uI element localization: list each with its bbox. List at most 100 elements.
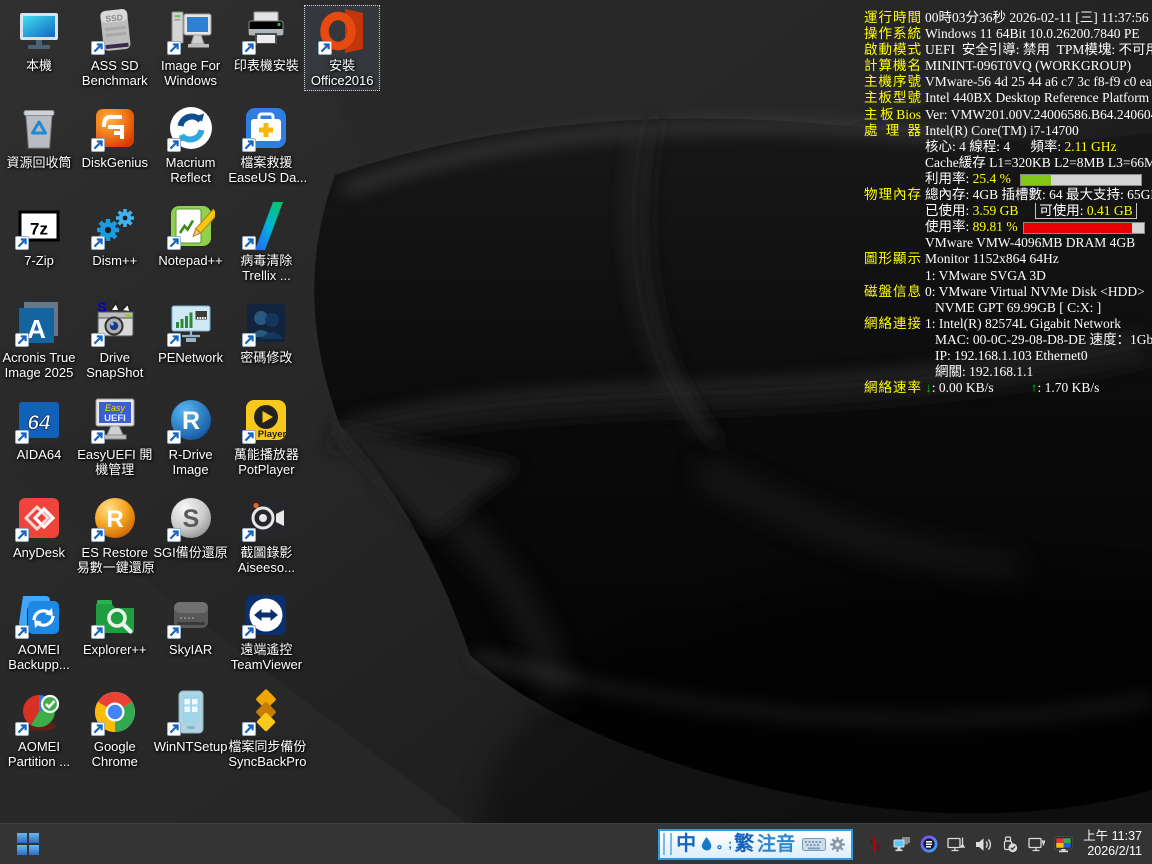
- pe-network-tray-icon[interactable]: [892, 835, 911, 854]
- desktop-icon-label: AnyDesk: [1, 545, 77, 560]
- keyboard-icon[interactable]: [802, 838, 826, 851]
- sysinfo-row: 網關: 192.168.1.1: [864, 364, 1152, 380]
- desktop-icon-dism[interactable]: Dism++: [77, 200, 153, 271]
- start-button[interactable]: [13, 829, 43, 859]
- sysinfo-label: 計算機名: [864, 58, 921, 74]
- winntsetup-icon: [167, 688, 215, 736]
- sysinfo-label: [864, 268, 921, 284]
- desktop-icon-easyuefi[interactable]: EasyUEFIEasyUEFI 開機管理: [77, 394, 153, 480]
- sysinfo-row: 核心: 4 線程: 4 頻率: 2.11 GHz: [864, 139, 1152, 155]
- system-monitor-ring-icon[interactable]: [919, 835, 938, 854]
- ime-script-button[interactable]: 繁: [734, 834, 754, 854]
- desktop-icon-winntsetup[interactable]: WinNTSetup: [153, 686, 229, 757]
- desktop-icon-recycle-bin[interactable]: 資源回收筒: [1, 102, 77, 173]
- desktop-icon-skyiar[interactable]: SkyIAR: [153, 589, 229, 660]
- image-for-windows-icon: [167, 7, 215, 55]
- shortcut-arrow-icon: [91, 41, 105, 55]
- sysinfo-label: 操作系統: [864, 26, 921, 42]
- shortcut-arrow-icon: [91, 722, 105, 736]
- shortcut-arrow-icon: [15, 430, 29, 444]
- ime-language-bar[interactable]: 中 。; 繁 注音: [658, 829, 853, 860]
- desktop-icon-easeus-data-recovery[interactable]: 檔案救援EaseUS Da...: [228, 102, 304, 188]
- shortcut-arrow-icon: [242, 236, 256, 250]
- sysinfo-value: VMware-56 4d 25 44 a6 c7 3c f8-f9 c0 ea …: [925, 74, 1152, 90]
- desktop-icon-label: Notepad++: [153, 253, 229, 268]
- taskbar-clock[interactable]: 上午 11:37 2026/2/11: [1083, 829, 1142, 859]
- ime-settings-gear-icon[interactable]: [829, 836, 846, 853]
- desktop-icon-acronis-true-image[interactable]: AAcronis TrueImage 2025: [1, 297, 77, 383]
- shortcut-arrow-icon: [318, 41, 332, 55]
- desktop-icon-this-pc[interactable]: 本機: [1, 5, 77, 76]
- display-plug-icon[interactable]: [1027, 835, 1046, 854]
- svg-text:R: R: [182, 407, 200, 435]
- aiseesoft-recorder-icon: [242, 494, 290, 542]
- windows-logo-icon: [17, 833, 39, 855]
- shortcut-arrow-icon: [167, 430, 181, 444]
- seven-zip-icon: 7z: [15, 202, 63, 250]
- r-drive-image-icon: R: [167, 396, 215, 444]
- ime-grip-handle[interactable]: [663, 833, 672, 855]
- desktop-icon-label: GoogleChrome: [77, 739, 153, 769]
- desktop-icon-seven-zip[interactable]: 7z7-Zip: [1, 200, 77, 271]
- desktop-icon-teamviewer[interactable]: 遠端遙控TeamViewer: [228, 589, 304, 675]
- sysinfo-value: VMware VMW-4096MB DRAM 4GB: [925, 235, 1152, 251]
- sysinfo-label: 圖形顯示: [864, 251, 921, 267]
- ink-drop-icon[interactable]: [699, 836, 714, 853]
- printer-setup-icon: [242, 7, 290, 55]
- sysinfo-label: [864, 332, 921, 348]
- desktop-icon-aida64[interactable]: 64AIDA64: [1, 394, 77, 465]
- desktop-icon-password-reset[interactable]: 密碼修改: [228, 297, 304, 368]
- shortcut-arrow-icon: [242, 41, 256, 55]
- svg-text:SSD: SSD: [105, 12, 123, 24]
- desktop-icon-macrium-reflect[interactable]: MacriumReflect: [153, 102, 229, 188]
- desktop-icon-es-restore[interactable]: RES Restore易數一鍵還原: [77, 492, 153, 578]
- desktop-icon-office-2016[interactable]: 安裝Office2016: [304, 5, 380, 91]
- desktop-icon-r-drive-image[interactable]: RR-DriveImage: [153, 394, 229, 480]
- desktop-icon-diskgenius[interactable]: DiskGenius: [77, 102, 153, 173]
- shortcut-arrow-icon: [242, 625, 256, 639]
- desktop-icon-sgi-backup-restore[interactable]: SSGI備份還原: [153, 492, 229, 563]
- desktop-icon-explorer-plus-plus[interactable]: Explorer++: [77, 589, 153, 660]
- desktop-icon-trellix-antivirus[interactable]: 病毒清除Trellix ...: [228, 200, 304, 286]
- remote-display-pen-icon[interactable]: [946, 835, 965, 854]
- sysinfo-row: NVME GPT 69.99GB [ C:X: ]: [864, 300, 1152, 316]
- sysinfo-label: [864, 139, 921, 155]
- desktop-icon-notepad-plus-plus[interactable]: Notepad++: [153, 200, 229, 271]
- shortcut-arrow-icon: [167, 41, 181, 55]
- shortcut-arrow-icon: [91, 333, 105, 347]
- desktop-icon-drive-snapshot[interactable]: SDriveSnapShot: [77, 297, 153, 383]
- desktop-icon-anydesk[interactable]: AnyDesk: [1, 492, 77, 563]
- desktop-icon-potplayer[interactable]: Player萬能播放器PotPlayer: [228, 394, 304, 480]
- desktop-icon-image-for-windows[interactable]: Image ForWindows: [153, 5, 229, 91]
- sysinfo-value: Intel(R) Core(TM) i7-14700: [925, 123, 1152, 139]
- usage-progress-bar: [1020, 174, 1142, 186]
- sysinfo-value: NVME GPT 69.99GB [ C:X: ]: [925, 300, 1152, 316]
- dism-icon: [91, 202, 139, 250]
- sysinfo-value: MAC: 00-0C-29-08-D8-DE 速度：1Gbps: [925, 332, 1152, 348]
- display-color-icon[interactable]: [1054, 835, 1073, 854]
- sysinfo-row: 物理內存總內存: 4GB 插槽數: 64 最大支持: 65GB: [864, 187, 1152, 203]
- desktop-icon-printer-setup[interactable]: 印表機安裝: [228, 5, 304, 76]
- desktop-icon-as-ssd-benchmark[interactable]: SSDASS SDBenchmark: [77, 5, 153, 91]
- trellix-tray-icon[interactable]: [865, 835, 884, 854]
- sysinfo-row: 已使用: 3.59 GB 可使用: 0.41 GB: [864, 203, 1152, 219]
- volume-icon[interactable]: [973, 835, 992, 854]
- ime-input-method-label[interactable]: 注音: [757, 835, 795, 854]
- easeus-data-recovery-icon: [242, 104, 290, 152]
- desktop-icon-aiseesoft-recorder[interactable]: 截圖錄影Aiseeso...: [228, 492, 304, 578]
- safely-remove-hardware-icon[interactable]: [1000, 835, 1019, 854]
- desktop-icon-syncbackpro[interactable]: 檔案同步備份SyncBackPro: [228, 686, 304, 772]
- sysinfo-value: 核心: 4 線程: 4 頻率: 2.11 GHz: [925, 139, 1152, 155]
- sysinfo-row: 主機序號VMware-56 4d 25 44 a6 c7 3c f8-f9 c0…: [864, 74, 1152, 90]
- desktop-icon-aomei-partition[interactable]: AOMEIPartition ...: [1, 686, 77, 772]
- desktop-icon-penetwork[interactable]: PENetwork: [153, 297, 229, 368]
- clock-time: 上午 11:37: [1083, 829, 1142, 844]
- desktop-icon-label: 本機: [1, 58, 77, 73]
- desktop-icon-label: 印表機安裝: [228, 58, 304, 73]
- desktop-icon-aomei-backupper[interactable]: AOMEIBackupp...: [1, 589, 77, 675]
- sysinfo-row: 操作系統Windows 11 64Bit 10.0.26200.7840 PE: [864, 26, 1152, 42]
- sysinfo-label: 磁盤信息: [864, 284, 921, 300]
- desktop-icon-google-chrome[interactable]: GoogleChrome: [77, 686, 153, 772]
- ime-mode-button[interactable]: 中: [676, 834, 696, 854]
- ime-punctuation-button[interactable]: 。;: [717, 838, 731, 850]
